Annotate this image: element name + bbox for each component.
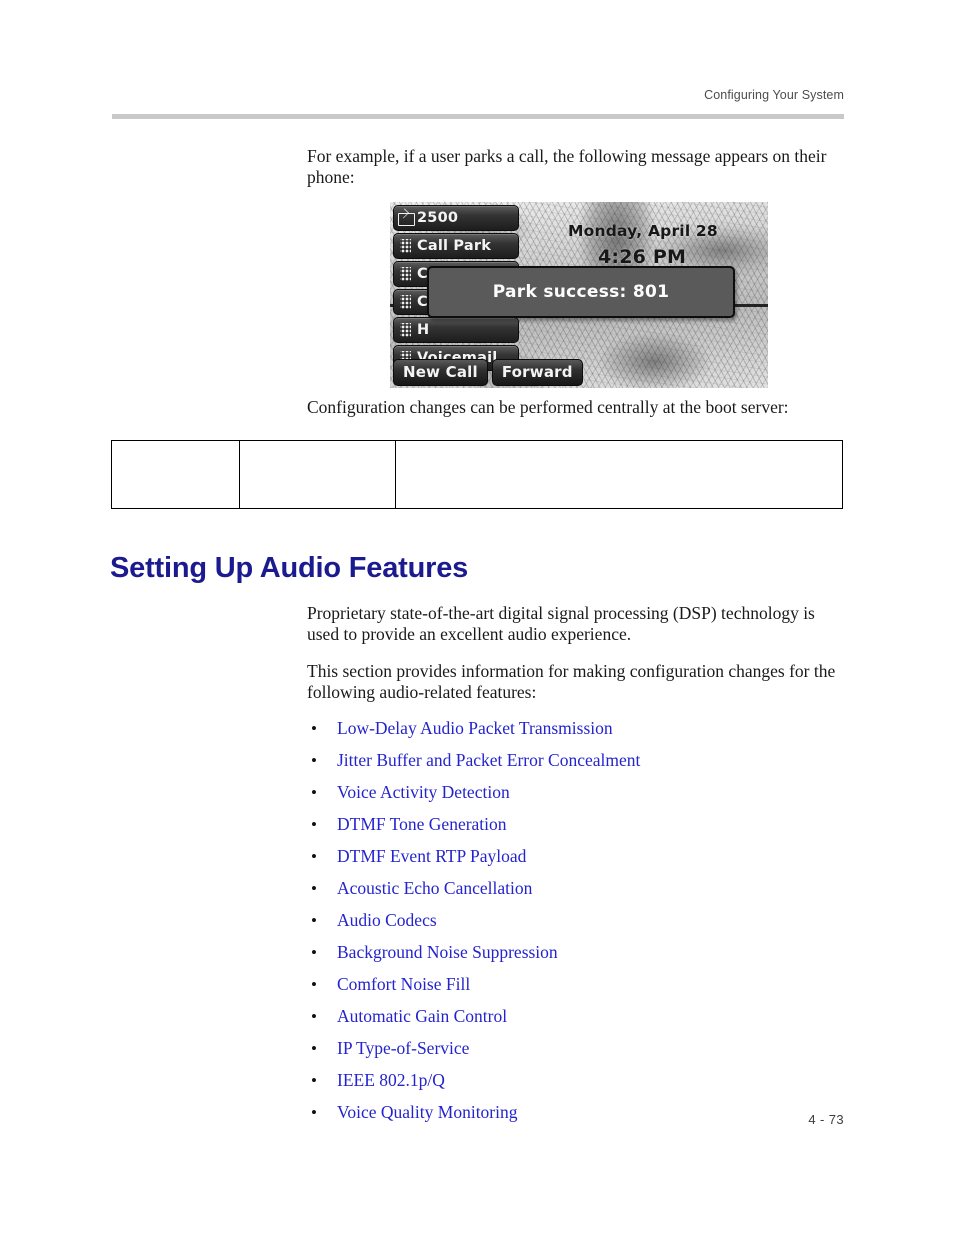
table-cell-value xyxy=(239,440,396,509)
phone-screenshot-figure: Monday, April 28 4:26 PM 2500 Call Park … xyxy=(390,202,768,388)
table-row xyxy=(111,440,843,509)
link-acoustic-echo-cancellation[interactable]: Acoustic Echo Cancellation xyxy=(337,878,532,898)
link-comfort-noise-fill[interactable]: Comfort Noise Fill xyxy=(337,974,470,994)
line-key-label: Call Park xyxy=(417,238,492,254)
phone-softkey-bar: New Call Forward xyxy=(393,359,583,386)
link-low-delay-audio-packet-transmission[interactable]: Low-Delay Audio Packet Transmission xyxy=(337,718,613,738)
phone-time-label: 4:26 PM xyxy=(598,246,687,268)
intro-paragraph: For example, if a user parks a call, the… xyxy=(307,146,827,187)
bullet-glyph: • xyxy=(311,943,317,962)
link-jitter-buffer-and-packet-error-concealment[interactable]: Jitter Buffer and Packet Error Concealme… xyxy=(337,750,640,770)
line-key-2500[interactable]: 2500 xyxy=(393,205,519,231)
table-cell-parameter xyxy=(111,440,240,509)
list-item: • DTMF Event RTP Payload xyxy=(307,846,844,867)
phone-date-label: Monday, April 28 xyxy=(568,222,718,240)
bullet-glyph: • xyxy=(311,783,317,802)
bullet-glyph: • xyxy=(311,719,317,738)
bullet-glyph: • xyxy=(311,847,317,866)
line-key-label: 2500 xyxy=(417,210,459,226)
section-heading: Setting Up Audio Features xyxy=(110,552,469,584)
bullet-glyph: • xyxy=(311,1039,317,1058)
intro-block: For example, if a user parks a call, the… xyxy=(307,146,844,202)
list-item: • Low-Delay Audio Packet Transmission xyxy=(307,718,844,739)
running-header: Configuring Your System xyxy=(704,88,844,102)
line-key-call-park[interactable]: Call Park xyxy=(393,233,519,259)
list-item: • Comfort Noise Fill xyxy=(307,974,844,995)
link-voice-quality-monitoring[interactable]: Voice Quality Monitoring xyxy=(337,1102,518,1122)
blf-grid-icon xyxy=(400,323,411,337)
blf-grid-icon xyxy=(400,295,411,309)
line-key-obscured-h[interactable]: H xyxy=(393,317,519,343)
list-item: • Acoustic Echo Cancellation xyxy=(307,878,844,899)
after-figure-paragraph: Configuration changes can be performed c… xyxy=(307,397,789,417)
after-figure-block: Configuration changes can be performed c… xyxy=(307,397,844,432)
list-item: • Background Noise Suppression xyxy=(307,942,844,963)
list-item: • Automatic Gain Control xyxy=(307,1006,844,1027)
link-audio-codecs[interactable]: Audio Codecs xyxy=(337,910,437,930)
envelope-icon xyxy=(398,211,415,226)
link-background-noise-suppression[interactable]: Background Noise Suppression xyxy=(337,942,558,962)
softkey-forward[interactable]: Forward xyxy=(491,359,583,386)
list-item: • IEEE 802.1p/Q xyxy=(307,1070,844,1091)
section-paragraph-2: This section provides information for ma… xyxy=(307,661,836,702)
table-cell-description xyxy=(395,440,843,509)
header-rule xyxy=(112,114,844,119)
link-ieee-8021pq[interactable]: IEEE 802.1p/Q xyxy=(337,1070,445,1090)
link-dtmf-tone-generation[interactable]: DTMF Tone Generation xyxy=(337,814,507,834)
link-voice-activity-detection[interactable]: Voice Activity Detection xyxy=(337,782,510,802)
blf-grid-icon xyxy=(400,239,411,253)
list-item: • Audio Codecs xyxy=(307,910,844,931)
bullet-glyph: • xyxy=(311,975,317,994)
section-body: Proprietary state-of-the-art digital sig… xyxy=(307,603,844,1135)
softkey-new-call[interactable]: New Call xyxy=(393,359,488,386)
bullet-glyph: • xyxy=(311,1103,317,1122)
blf-grid-icon xyxy=(400,267,411,281)
link-ip-type-of-service[interactable]: IP Type-of-Service xyxy=(337,1038,469,1058)
bullet-glyph: • xyxy=(311,751,317,770)
audio-feature-link-list: • Low-Delay Audio Packet Transmission • Ji… xyxy=(307,718,844,1123)
line-key-label: H xyxy=(417,322,430,338)
bullet-glyph: • xyxy=(311,1071,317,1090)
link-dtmf-event-rtp-payload[interactable]: DTMF Event RTP Payload xyxy=(337,846,526,866)
link-automatic-gain-control[interactable]: Automatic Gain Control xyxy=(337,1006,507,1026)
bullet-glyph: • xyxy=(311,815,317,834)
section-paragraph-1: Proprietary state-of-the-art digital sig… xyxy=(307,603,815,644)
page-number: 4 - 73 xyxy=(808,1112,844,1127)
bullet-glyph: • xyxy=(311,1007,317,1026)
configuration-table xyxy=(111,440,843,509)
list-item: • DTMF Tone Generation xyxy=(307,814,844,835)
list-item: • Jitter Buffer and Packet Error Concealm… xyxy=(307,750,844,771)
list-item: • IP Type-of-Service xyxy=(307,1038,844,1059)
park-success-popup[interactable]: Park success: 801 xyxy=(427,266,735,318)
bullet-glyph: • xyxy=(311,879,317,898)
list-item: • Voice Activity Detection xyxy=(307,782,844,803)
bullet-glyph: • xyxy=(311,911,317,930)
